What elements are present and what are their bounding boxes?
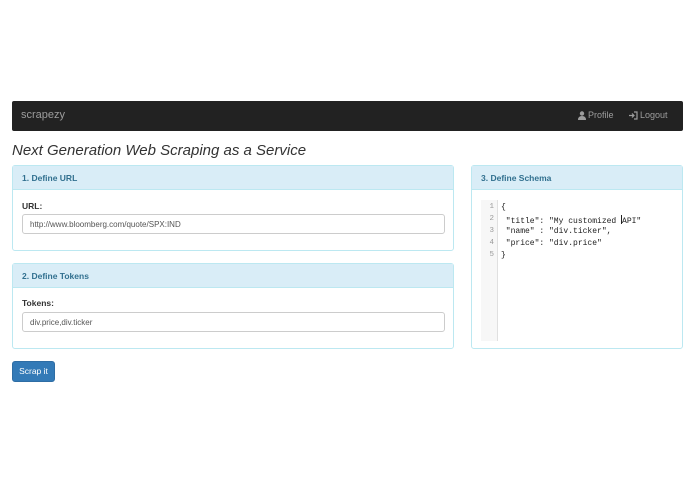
url-input[interactable] (22, 214, 445, 234)
line-number-gutter: 1 2 3 4 5 (481, 200, 498, 341)
code-line: } (501, 251, 506, 260)
line-number: 5 (489, 251, 494, 259)
define-url-heading: 1. Define URL (13, 166, 453, 190)
code-line: "title": "My customized API" (501, 215, 641, 226)
logout-link-label: Logout (640, 110, 668, 120)
define-tokens-panel: 2. Define Tokens Tokens: (12, 263, 454, 349)
brand-logo[interactable]: scrapezy (21, 109, 65, 121)
tokens-input[interactable] (22, 312, 445, 332)
tokens-label: Tokens: (22, 298, 54, 308)
define-tokens-heading: 2. Define Tokens (13, 264, 453, 288)
line-number: 1 (489, 203, 494, 211)
code-text: "title": "My customized (501, 217, 622, 226)
code-text: API" (622, 217, 642, 226)
url-label: URL: (22, 201, 43, 211)
line-number: 3 (489, 227, 494, 235)
profile-link-label: Profile (588, 110, 614, 120)
sign-in-icon (629, 110, 638, 120)
define-schema-panel: 3. Define Schema 1 2 3 4 5 { "title": "M… (471, 165, 683, 349)
define-schema-heading: 3. Define Schema (472, 166, 682, 190)
top-navbar: scrapezy Profile Logout (12, 101, 683, 131)
page-title: Next Generation Web Scraping as a Servic… (12, 142, 307, 159)
user-icon (578, 110, 586, 120)
define-url-panel: 1. Define URL URL: (12, 165, 454, 251)
code-line: "price": "div.price" (501, 239, 602, 248)
code-line: { (501, 203, 506, 212)
line-number: 2 (489, 215, 494, 223)
schema-code-editor[interactable]: 1 2 3 4 5 { "title": "My customized API"… (481, 200, 641, 341)
code-line: "name" : "div.ticker", (501, 227, 612, 236)
line-number: 4 (489, 239, 494, 247)
logout-link[interactable]: Logout (629, 110, 668, 120)
scrap-it-button[interactable]: Scrap it (12, 361, 55, 382)
profile-link[interactable]: Profile (578, 110, 614, 120)
